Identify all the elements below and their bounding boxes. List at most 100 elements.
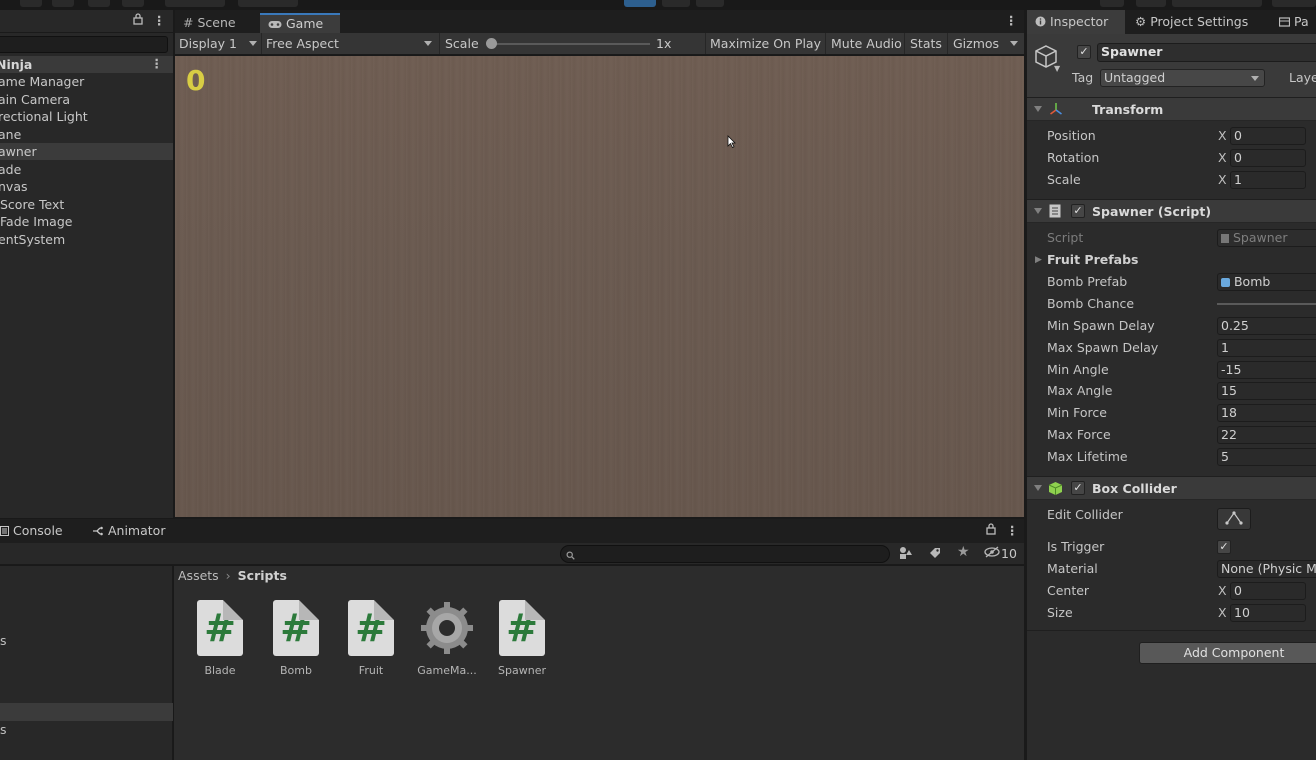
toolbar-tool-button[interactable] (122, 0, 144, 7)
spawner-component-header[interactable]: ✓ Spawner (Script) (1027, 199, 1316, 223)
transform-component-header[interactable]: Transform (1027, 97, 1316, 121)
hierarchy-item[interactable]: Score Text (0, 196, 173, 213)
bomb-prefab-field[interactable]: Bomb (1217, 273, 1316, 291)
lock-icon[interactable] (133, 13, 143, 28)
play-button[interactable] (624, 0, 656, 7)
hidden-packages-icon[interactable] (984, 546, 1000, 561)
box-collider-enabled-checkbox[interactable]: ✓ (1071, 481, 1085, 495)
icon-dropdown-chevron-icon[interactable]: ▼ (1054, 64, 1060, 73)
foldout-arrow-icon[interactable] (1034, 106, 1042, 112)
toolbar-tool-button[interactable] (52, 0, 74, 7)
stats-toggle[interactable]: Stats (910, 33, 942, 54)
toolbar-tool-button[interactable] (1100, 0, 1124, 7)
hierarchy-item[interactable]: rectional Light (0, 108, 173, 125)
bomb-chance-slider[interactable] (1217, 303, 1316, 305)
account-dropdown[interactable] (1172, 0, 1262, 7)
add-component-button[interactable]: Add Component (1139, 642, 1316, 664)
toolbar-tool-button[interactable] (88, 0, 110, 7)
edit-collider-button[interactable] (1217, 508, 1251, 530)
filter-by-label-icon[interactable] (928, 546, 942, 563)
asset-blade[interactable]: # Blade (185, 600, 255, 677)
mute-audio-toggle[interactable]: Mute Audio (831, 33, 902, 54)
box-collider-component-header[interactable]: ✓ Box Collider (1027, 476, 1316, 500)
hierarchy-item[interactable]: ame Manager (0, 73, 173, 90)
foldout-arrow-icon[interactable] (1034, 485, 1042, 491)
spawner-enabled-checkbox[interactable]: ✓ (1071, 204, 1085, 218)
spawner-property-field[interactable]: 15 (1217, 382, 1316, 401)
hierarchy-item[interactable]: awner (0, 143, 173, 160)
toolbar-tool-button[interactable] (1136, 0, 1166, 7)
step-button[interactable] (696, 0, 724, 7)
spawner-property-field[interactable]: 1 (1217, 338, 1316, 357)
favorites-star-icon[interactable]: ★ (957, 544, 970, 560)
folder-tree-item[interactable]: s (0, 632, 173, 650)
layers-dropdown[interactable] (1272, 0, 1316, 7)
bottom-tabs: Console Animator ⋮ (0, 519, 1024, 543)
foldout-arrow-icon[interactable]: ▶ (1035, 250, 1042, 270)
lock-icon[interactable] (986, 523, 996, 538)
breadcrumb-scripts[interactable]: Scripts (238, 568, 287, 583)
spawner-property-field[interactable]: 22 (1217, 426, 1316, 444)
kebab-menu-icon[interactable]: ⋮ (153, 13, 166, 28)
rotation-x-field[interactable]: 0 (1230, 149, 1306, 167)
size-x-field[interactable]: 10 (1230, 604, 1306, 622)
hierarchy-search-input[interactable] (0, 36, 168, 53)
tab-inspector[interactable]: Inspector (1027, 10, 1125, 34)
aspect-dropdown[interactable]: Free Aspect (266, 33, 436, 54)
spawner-property-field[interactable]: 18 (1217, 404, 1316, 423)
project-search-input[interactable] (560, 545, 890, 563)
tab-scene-label: Scene (197, 15, 236, 30)
tab-scene[interactable]: # Scene (175, 13, 259, 33)
scale-x-field[interactable]: 1 (1230, 171, 1306, 189)
pause-button[interactable] (662, 0, 690, 7)
hierarchy-item[interactable]: entSystem (0, 231, 173, 248)
display-dropdown[interactable]: Display 1 (179, 33, 263, 54)
scale-slider-handle[interactable] (486, 38, 497, 49)
folder-tree-item[interactable]: s (0, 721, 173, 739)
tab-package-manager[interactable]: Pa (1278, 10, 1309, 34)
hierarchy-item[interactable]: ane (0, 126, 173, 143)
toolbar-tool-button[interactable] (165, 0, 225, 7)
object-name-field[interactable]: Spawner (1097, 43, 1316, 62)
scene-menu-icon[interactable]: ⋮ (151, 56, 164, 71)
toolbar-tool-button[interactable] (20, 0, 42, 7)
foldout-arrow-icon[interactable] (1034, 208, 1042, 214)
breadcrumb-assets[interactable]: Assets (178, 568, 219, 583)
panel-menu-icon[interactable]: ⋮ (1006, 523, 1019, 538)
tab-console[interactable]: Console (0, 519, 63, 543)
tab-animator[interactable]: Animator (92, 519, 165, 543)
tag-dropdown[interactable]: Untagged (1100, 69, 1265, 87)
toolbar-tool-button[interactable] (238, 0, 298, 7)
spawner-property-field[interactable]: -15 (1217, 360, 1316, 379)
hierarchy-item[interactable]: Fade Image (0, 213, 173, 230)
scale-slider-track[interactable] (490, 43, 650, 45)
asset-bomb[interactable]: # Bomb (261, 600, 331, 677)
active-checkbox[interactable]: ✓ (1077, 45, 1091, 59)
tab-game-label: Game (285, 16, 324, 31)
position-x-field[interactable]: 0 (1230, 127, 1306, 145)
material-field[interactable]: None (Physic M (1217, 560, 1316, 578)
asset-gamemanager[interactable]: GameMa... (412, 600, 482, 677)
hierarchy-item[interactable]: nvas (0, 178, 173, 195)
scene-row[interactable]: Ninja ⋮ (0, 56, 173, 73)
tab-game[interactable]: Game (260, 13, 340, 33)
grid-icon: # (183, 15, 194, 30)
asset-fruit[interactable]: # Fruit (336, 600, 406, 677)
is-trigger-checkbox[interactable]: ✓ (1217, 540, 1231, 554)
folder-tree-item-selected[interactable] (0, 703, 173, 721)
hierarchy-item[interactable]: ade (0, 161, 173, 178)
gizmos-chevron-icon[interactable] (1010, 41, 1018, 46)
spawner-property-field[interactable]: 5 (1217, 447, 1316, 466)
gizmos-toggle[interactable]: Gizmos (953, 33, 999, 54)
view-menu-icon[interactable]: ⋮ (1005, 13, 1018, 28)
spawner-property-field[interactable]: 0.25 (1217, 317, 1316, 335)
game-viewport[interactable]: 0 (175, 56, 1024, 517)
center-x-field[interactable]: 0 (1230, 582, 1306, 600)
asset-spawner[interactable]: # Spawner (487, 600, 557, 677)
tab-project-settings[interactable]: ⚙ Project Settings (1135, 10, 1248, 34)
maximize-on-play-toggle[interactable]: Maximize On Play (710, 33, 821, 54)
filter-by-type-icon[interactable] (899, 546, 914, 563)
hierarchy-item[interactable]: ain Camera (0, 91, 173, 108)
spawner-property-label: Min Angle (1047, 361, 1109, 377)
fruit-prefabs-row[interactable]: ▶ Fruit Prefabs (1027, 250, 1316, 270)
